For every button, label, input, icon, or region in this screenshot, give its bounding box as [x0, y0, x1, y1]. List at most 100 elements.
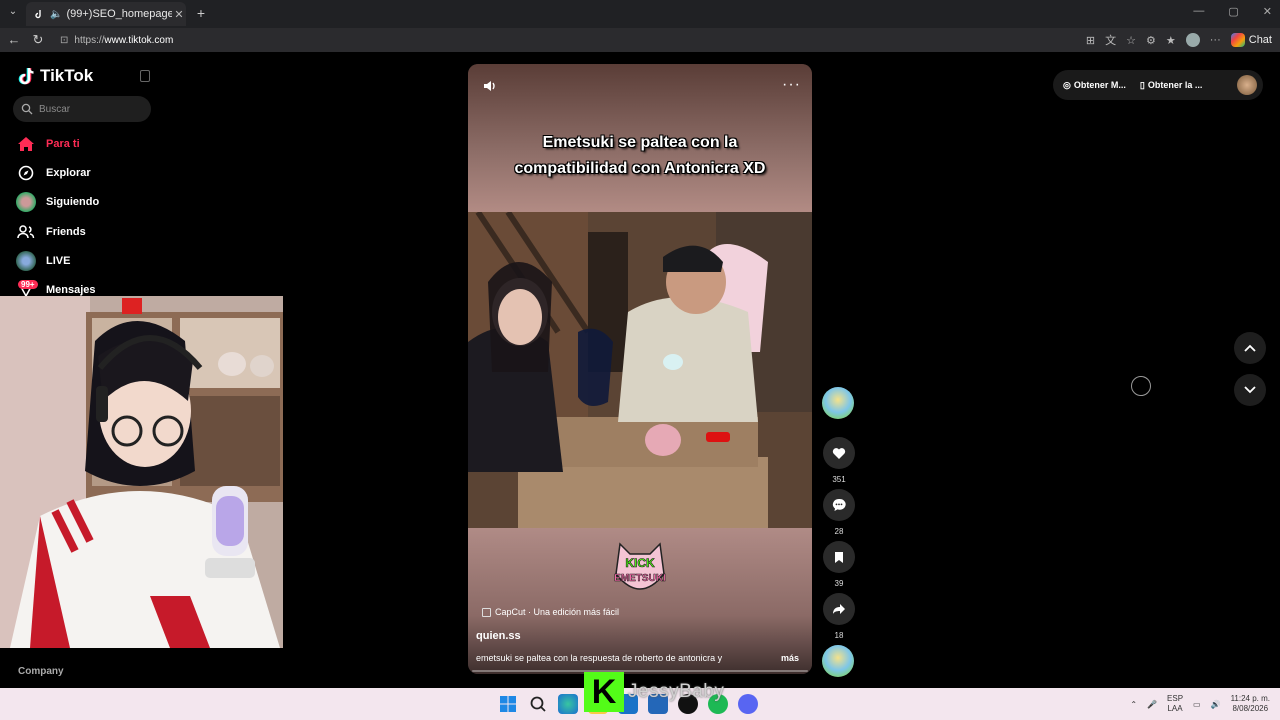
video-description: emetsuki se paltea con la respuesta de r… [476, 653, 723, 663]
video-scene-image [468, 210, 812, 528]
save-count: 39 [834, 579, 844, 588]
music-disc-avatar[interactable] [822, 645, 854, 677]
video-progress-bar[interactable] [472, 670, 808, 672]
comment-count: 28 [834, 527, 844, 536]
svg-text:EMETSUKI: EMETSUKI [614, 573, 666, 584]
streamer-name-overlay: JessyBaby [628, 681, 725, 702]
webcam-feed-image [0, 296, 283, 648]
extensions-icon[interactable]: ⚙ [1146, 34, 1156, 47]
video-player[interactable]: ··· Emetsuki se paltea con la compatibil… [468, 64, 812, 674]
sidebar-item-explorar[interactable]: Explorar [16, 163, 91, 183]
footer-company-link[interactable]: Company [18, 666, 64, 677]
browser-tab-bar: ⌄ 🔈 (99+)SEO_homepage_title ✕ + — ▢ ✕ [0, 0, 1280, 28]
logo-text: TikTok [40, 66, 94, 85]
close-window-icon[interactable]: ✕ [1263, 5, 1272, 18]
microphone-icon[interactable]: 🎤 [1147, 700, 1157, 709]
capcut-icon [482, 607, 491, 617]
share-action[interactable]: 18 [822, 593, 856, 640]
search-taskbar-icon[interactable] [528, 694, 548, 714]
clock[interactable]: 11:24 p. m. 8/08/2026 [1231, 694, 1270, 714]
close-tab-icon[interactable]: ✕ [172, 8, 186, 21]
edge-taskbar-icon[interactable] [558, 694, 578, 714]
language-top: ESP [1167, 694, 1184, 703]
url-host: www.tiktok.com [104, 34, 174, 46]
get-app-button[interactable]: ▯ Obtener la ... [1140, 80, 1202, 91]
video-author[interactable]: quien.ss [476, 630, 521, 642]
collapse-sidebar-icon[interactable] [140, 70, 150, 82]
favorite-icon[interactable]: ☆ [1126, 34, 1136, 47]
sidebar-item-label: Para ti [46, 138, 80, 150]
chevron-up-icon [1244, 344, 1256, 352]
sidebar-item-label: Siguiendo [46, 196, 100, 208]
comment-action[interactable]: 28 [822, 489, 856, 536]
show-hidden-icons-icon[interactable]: ⌃ [1130, 700, 1137, 709]
maximize-icon[interactable]: ▢ [1228, 5, 1238, 18]
comment-icon[interactable] [823, 489, 855, 521]
like-count: 351 [832, 475, 846, 484]
clock-time: 11:24 p. m. [1230, 694, 1270, 703]
sidebar-item-label: Friends [46, 226, 86, 238]
capcut-anchor-link[interactable]: CapCut · Una edición más fácil [482, 607, 619, 617]
discord-taskbar-icon[interactable] [738, 694, 758, 714]
browser-tab[interactable]: 🔈 (99+)SEO_homepage_title ✕ [26, 2, 186, 26]
language-bottom: LAA [1167, 704, 1183, 713]
more-options-icon[interactable]: ··· [782, 76, 801, 94]
creator-avatar[interactable] [822, 387, 854, 419]
copilot-icon [1230, 33, 1245, 47]
tiktok-logo[interactable]: TikTok [18, 66, 93, 86]
new-tab-icon[interactable]: + [194, 6, 208, 20]
site-info-icon[interactable]: ⊡ [60, 35, 68, 46]
reload-icon[interactable]: ↻ [30, 32, 46, 48]
network-icon[interactable]: ▭ [1193, 700, 1201, 709]
messages-badge: 99+ [18, 280, 38, 289]
browser-toolbar: ⊞ 文 ☆ ⚙ ★ ··· Chat [1086, 31, 1272, 49]
copilot-chat-button[interactable]: Chat [1230, 33, 1272, 47]
loading-spinner-icon [1131, 376, 1151, 396]
next-video-button[interactable] [1234, 374, 1266, 406]
language-indicator[interactable]: ESP LAA [1167, 694, 1183, 714]
friends-icon [16, 222, 36, 242]
capcut-label: CapCut · Una edición más fácil [495, 607, 620, 617]
minimize-icon[interactable]: — [1193, 5, 1204, 18]
volume-tray-icon[interactable]: 🔊 [1211, 700, 1221, 709]
clock-date: 8/08/2026 [1232, 704, 1269, 713]
top-right-actions: ◎ Obtener M... ▯ Obtener la ... [1053, 70, 1263, 100]
sidebar-item-friends[interactable]: Friends [16, 222, 86, 242]
search-input[interactable]: Buscar [13, 96, 151, 122]
svg-text:KICK: KICK [625, 556, 655, 570]
back-icon[interactable]: ← [6, 32, 22, 48]
windows-start-icon[interactable] [498, 694, 518, 714]
system-tray: ⌃ 🎤 ESP LAA ▭ 🔊 11:24 p. m. 8/08/2026 [1130, 694, 1270, 714]
heart-icon[interactable] [823, 437, 855, 469]
user-avatar[interactable] [1237, 75, 1257, 95]
tab-actions-icon[interactable]: ⌄ [6, 6, 20, 20]
url-field[interactable]: ⊡ https://www.tiktok.com [54, 31, 1054, 49]
like-action[interactable]: 351 [822, 437, 856, 484]
favorites-bar-icon[interactable]: ★ [1166, 34, 1176, 47]
browser-menu-icon[interactable]: ··· [1210, 34, 1221, 46]
get-coins-button[interactable]: ◎ Obtener M... [1063, 80, 1126, 91]
get-coins-label: Obtener M... [1073, 80, 1126, 90]
search-placeholder: Buscar [39, 103, 71, 115]
share-count: 18 [834, 631, 844, 640]
address-bar: ← ↻ ⊡ https://www.tiktok.com ⊞ 文 ☆ ⚙ ★ ·… [0, 28, 1280, 52]
home-icon [16, 134, 36, 154]
translate-icon[interactable]: 文 [1105, 32, 1116, 48]
share-icon[interactable] [823, 593, 855, 625]
sidebar-item-para-ti[interactable]: Para ti [16, 134, 80, 154]
speaker-tab-icon[interactable]: 🔈 [50, 9, 62, 20]
volume-icon[interactable] [482, 78, 498, 94]
profile-avatar[interactable] [1185, 33, 1200, 47]
save-action[interactable]: 39 [822, 541, 856, 588]
compass-icon [16, 163, 36, 183]
sidebar-item-siguiendo[interactable]: Siguiendo [16, 192, 99, 212]
previous-video-button[interactable] [1234, 332, 1266, 364]
sidebar-item-label: Mensajes [46, 284, 96, 296]
bookmark-icon[interactable] [823, 541, 855, 573]
app-available-icon[interactable]: ⊞ [1086, 34, 1095, 47]
video-caption: Emetsuki se paltea con la compatibilidad… [514, 134, 766, 177]
sidebar-item-live[interactable]: LIVE [16, 251, 70, 271]
tiktok-note-icon [18, 67, 34, 85]
see-more-button[interactable]: más [781, 653, 799, 663]
window-controls: — ▢ ✕ [1193, 5, 1272, 18]
